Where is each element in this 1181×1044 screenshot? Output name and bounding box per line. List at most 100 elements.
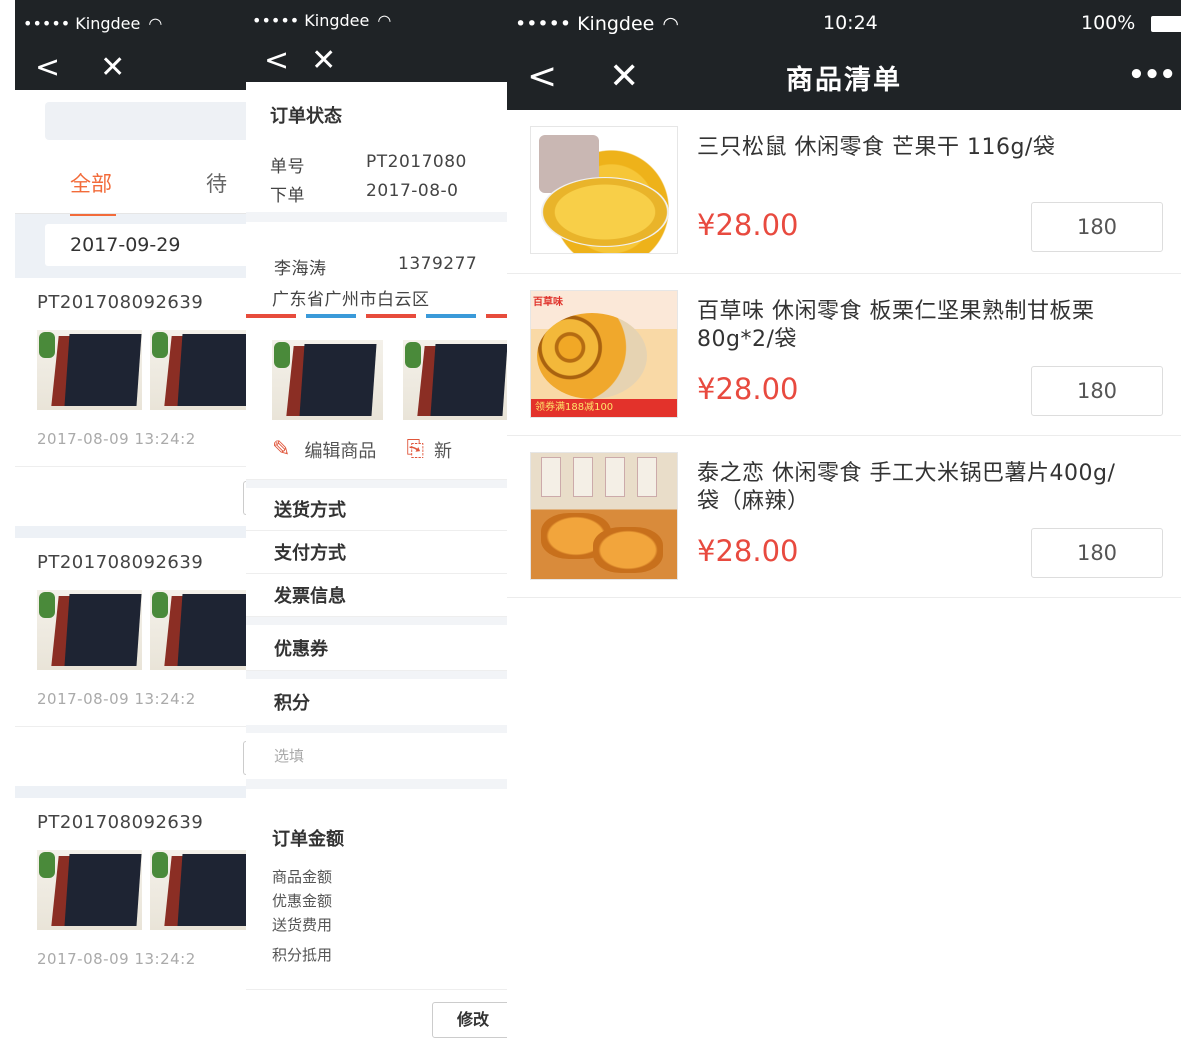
wifi-icon: ◠ — [377, 10, 392, 30]
order-status-section: 订单状态 单号 PT2017080 下单 2017-08-0 — [246, 82, 514, 212]
bottom-bar: 修改 — [246, 989, 514, 1044]
order-number-label: 单号 — [270, 157, 305, 177]
goods-thumbnails — [246, 318, 514, 420]
coupon-item[interactable]: 优惠券 — [246, 625, 514, 671]
order-thumbnails — [15, 330, 255, 410]
divider — [246, 779, 514, 789]
product-name: 百草味 休闲零食 板栗仁坚果熟制甘板栗 80g*2/袋 — [697, 299, 1095, 352]
copy-goods-button[interactable]: 新 — [434, 437, 452, 463]
goods-amount-label: 商品金额 — [272, 868, 333, 886]
quantity-field[interactable]: 180 — [1031, 366, 1163, 416]
carrier-label: ••••• Kingdee — [252, 10, 370, 30]
modify-button[interactable]: 修改 — [432, 1002, 514, 1038]
status-bar: ••••• Kingdee ◠ 10:24 100% — [507, 0, 1181, 44]
product-thumbnail — [150, 850, 255, 930]
divider — [15, 786, 255, 798]
date-filter[interactable]: 2017-09-29 — [45, 224, 255, 266]
order-number: PT201708092639 — [37, 552, 204, 573]
divider — [246, 617, 514, 625]
product-image-logo: 百草味 — [533, 297, 563, 308]
order-tabs: 全部 待 — [15, 152, 255, 216]
back-icon[interactable]: < — [527, 59, 557, 95]
delivery-fee-label: 送货费用 — [272, 916, 333, 934]
carrier-label: ••••• Kingdee — [515, 13, 655, 35]
product-item[interactable]: 百草味 领券满188减100 百草味 休闲零食 板栗仁坚果熟制甘板栗 80g*2… — [507, 274, 1181, 436]
order-card[interactable]: PT201708092639 2017-08-09 13:24:2 — [15, 538, 255, 786]
address-text: 广东省广州市白云区 — [272, 290, 430, 310]
date-filter-area: 2017-09-29 — [15, 214, 255, 278]
close-icon[interactable]: ✕ — [609, 59, 639, 95]
product-thumbnail — [37, 330, 142, 410]
product-image — [530, 126, 678, 254]
discount-amount-label: 优惠金额 — [272, 892, 333, 910]
points-deduction-label: 积分抵用 — [272, 946, 333, 964]
battery-level: 100% — [1081, 12, 1136, 34]
status-bar: ••••• Kingdee ◠ — [15, 0, 255, 46]
points-input[interactable]: 选填 — [246, 733, 514, 779]
contact-name: 李海涛 — [274, 259, 327, 279]
product-name: 三只松鼠 休闲零食 芒果干 116g/袋 — [697, 135, 1056, 160]
contact-row: 李海涛 1379277 — [274, 254, 514, 279]
order-amount-title: 订单金额 — [272, 829, 344, 850]
order-time-row: 下单 2017-08-0 — [270, 181, 514, 206]
quantity-field[interactable]: 180 — [1031, 528, 1163, 578]
status-bar: ••••• Kingdee ◠ — [246, 0, 514, 40]
tab-all[interactable]: 全部 — [70, 168, 116, 216]
order-time-value: 2017-08-0 — [366, 181, 459, 201]
back-icon[interactable]: < — [35, 53, 60, 83]
search-input[interactable] — [45, 102, 255, 140]
delivery-method-item[interactable]: 送货方式 — [246, 488, 514, 531]
close-icon[interactable]: ✕ — [311, 46, 336, 76]
product-price: ¥28.00 — [697, 208, 799, 242]
back-icon[interactable]: < — [264, 46, 289, 76]
order-number-row: 单号 PT2017080 — [270, 152, 514, 177]
order-time: 2017-08-09 13:24:2 — [37, 690, 196, 708]
edit-goods-button[interactable]: 编辑商品 — [304, 437, 376, 463]
divider — [246, 725, 514, 733]
product-item[interactable]: 三只松鼠 休闲零食 芒果干 116g/袋 ¥28.00 180 — [507, 110, 1181, 274]
battery-icon — [1151, 16, 1181, 32]
invoice-info-item[interactable]: 发票信息 — [246, 574, 514, 617]
copy-icon[interactable]: ⎘ — [406, 437, 424, 462]
product-item[interactable]: 泰之恋 休闲零食 手工大米锅巴薯片400g/袋（麻辣） ¥28.00 180 — [507, 436, 1181, 598]
nav-bar: < ✕ 商品清单 ••• — [507, 44, 1181, 110]
order-time: 2017-08-09 13:24:2 — [37, 950, 196, 968]
page-title: 商品清单 — [786, 64, 902, 96]
order-card-footer — [15, 726, 255, 786]
points-item[interactable]: 积分 — [246, 679, 514, 725]
order-time-label: 下单 — [270, 186, 305, 206]
contact-phone: 1379277 — [398, 254, 478, 274]
search-area — [15, 90, 255, 152]
edit-icon[interactable]: ✎ — [272, 437, 290, 462]
more-icon[interactable]: ••• — [1128, 62, 1176, 88]
product-thumbnail — [150, 330, 255, 410]
product-thumbnail — [37, 850, 142, 930]
product-thumbnail — [272, 340, 383, 420]
order-card[interactable]: PT201708092639 2017-08-09 13:24:2 — [15, 278, 255, 526]
tab-pending[interactable]: 待 — [206, 168, 227, 198]
wifi-icon: ◠ — [148, 13, 163, 33]
nav-bar: < ✕ — [246, 40, 514, 82]
address-section[interactable]: 李海涛 1379277 广东省广州市白云区 — [246, 222, 514, 314]
divider — [15, 526, 255, 538]
payment-method-item[interactable]: 支付方式 — [246, 531, 514, 574]
clock: 10:24 — [823, 12, 878, 34]
order-card-footer — [15, 466, 255, 526]
product-thumbnail — [150, 590, 255, 670]
order-thumbnails — [15, 850, 255, 930]
divider — [246, 671, 514, 679]
divider — [246, 480, 514, 488]
order-card[interactable]: PT201708092639 2017-08-09 13:24:2 — [15, 798, 255, 976]
order-number: PT201708092639 — [37, 292, 204, 313]
product-thumbnail — [403, 340, 514, 420]
order-thumbnails — [15, 590, 255, 670]
product-list-screen: ••••• Kingdee ◠ 10:24 100% < ✕ 商品清单 ••• … — [507, 0, 1181, 1044]
product-image-banner: 领券满188减100 — [531, 399, 677, 417]
close-icon[interactable]: ✕ — [100, 53, 125, 83]
product-image: 百草味 领券满188减100 — [530, 290, 678, 418]
order-status-title: 订单状态 — [270, 106, 342, 127]
quantity-field[interactable]: 180 — [1031, 202, 1163, 252]
wifi-icon: ◠ — [662, 13, 679, 35]
order-list-screen: ••••• Kingdee ◠ < ✕ 全部 待 2017-09-29 PT20… — [15, 0, 255, 1044]
edit-goods-row: ✎ 编辑商品 ⎘ 新 — [246, 420, 514, 480]
